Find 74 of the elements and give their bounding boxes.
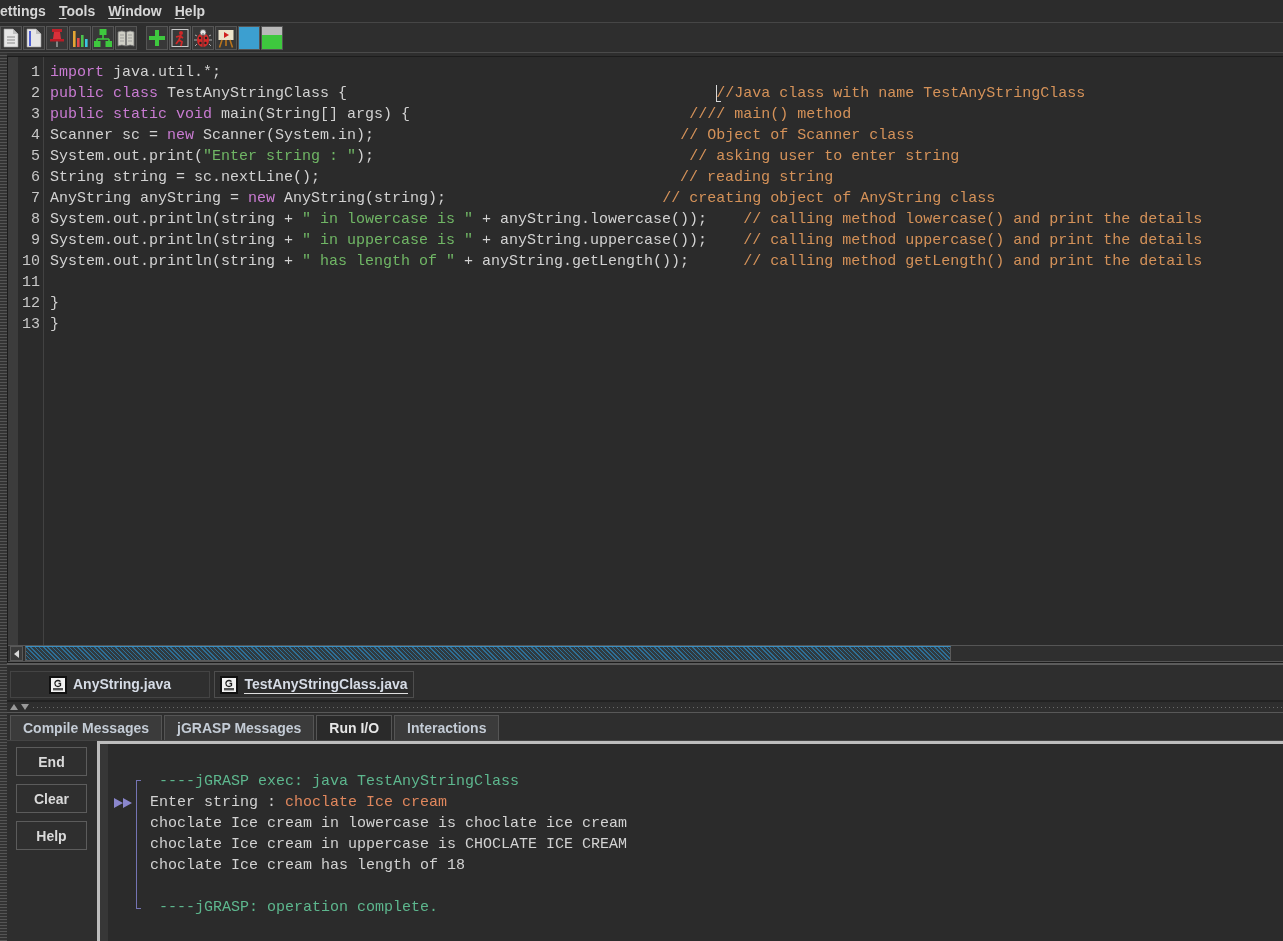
code-line: Scanner sc = new Scanner(System.in); xyxy=(50,126,375,146)
output-line: choclate Ice cream has length of 18 xyxy=(150,856,466,876)
line-number: 5 xyxy=(31,147,40,167)
code-line: System.out.println(string + " in uppercase is " + anyString.uppercase()); xyxy=(50,231,708,251)
code-comment: //Java class with name TestAnyStringClass xyxy=(716,84,1086,104)
input-arrows-icon xyxy=(114,797,132,808)
splitter-handle[interactable] xyxy=(0,53,7,941)
document-margin-icon[interactable] xyxy=(25,27,43,48)
code-line: public static void main(String[] args) { xyxy=(50,105,411,125)
output-line: ----jGRASP exec: java TestAnyStringClass xyxy=(158,772,520,792)
line-number: 11 xyxy=(22,273,40,293)
line-number: 3 xyxy=(31,105,40,125)
plus-icon[interactable] xyxy=(148,27,166,48)
menu-item[interactable]: Window xyxy=(108,2,162,20)
pushpin-icon[interactable] xyxy=(48,27,66,48)
line-number: 7 xyxy=(31,189,40,209)
code-line: public class TestAnyStringClass { xyxy=(50,84,348,104)
file-type-icon xyxy=(220,675,239,694)
line-number: 4 xyxy=(31,126,40,146)
message-tab[interactable]: Interactions xyxy=(394,715,500,740)
code-comment: // Object of Scanner class xyxy=(680,126,915,146)
message-tab[interactable]: Compile Messages xyxy=(10,715,163,740)
code-line: import java.util.*; xyxy=(50,63,222,83)
menu-item[interactable]: Help xyxy=(174,2,206,20)
line-number: 12 xyxy=(22,294,40,314)
code-comment: // calling method lowercase() and print the details xyxy=(743,210,1203,230)
menu-item[interactable]: ettings xyxy=(0,2,46,20)
tree-diagram-icon[interactable] xyxy=(94,27,112,48)
book-icon[interactable] xyxy=(117,27,135,48)
file-type-icon xyxy=(49,675,67,694)
code-comment: // asking user to enter string xyxy=(689,147,960,167)
code-line: System.out.println(string + " in lowercase is " + anyString.lowercase()); xyxy=(50,210,708,230)
code-comment: // calling method getLength() and print the details xyxy=(743,252,1203,272)
bug-icon[interactable] xyxy=(194,27,212,48)
line-number: 8 xyxy=(31,210,40,230)
code-comment: // creating object of AnyString class xyxy=(662,189,996,209)
document-icon[interactable] xyxy=(2,27,20,48)
code-line: String string = sc.nextLine(); xyxy=(50,168,321,188)
output-line: Enter string : choclate Ice cream xyxy=(150,793,448,813)
run-control-button[interactable]: End xyxy=(16,747,87,776)
output-line: ----jGRASP: operation complete. xyxy=(158,898,439,918)
line-number: 10 xyxy=(22,252,40,272)
easel-icon[interactable] xyxy=(217,27,235,48)
file-tab-label: TestAnyStringClass.java xyxy=(244,675,408,694)
run-control-button[interactable]: Clear xyxy=(16,784,87,813)
line-number: 1 xyxy=(31,63,40,83)
code-line: AnyString anyString = new AnyString(string); xyxy=(50,189,447,209)
code-comment: // reading string xyxy=(680,168,834,188)
file-tab[interactable]: AnyString.java xyxy=(10,671,210,698)
horizontal-scrollbar[interactable] xyxy=(8,645,1283,662)
message-tab[interactable]: Run I/O xyxy=(316,715,393,740)
left-arrow-icon xyxy=(14,649,19,658)
code-comment: //// main() method xyxy=(689,105,852,125)
scrollbar-thumb[interactable] xyxy=(25,646,951,661)
line-number: 2 xyxy=(31,84,40,104)
line-number: 9 xyxy=(31,231,40,251)
running-figure-icon[interactable] xyxy=(171,27,189,48)
output-line: choclate Ice cream in uppercase is CHOCLATE ICE CREAM xyxy=(150,835,628,855)
collapse-arrows-icon[interactable] xyxy=(10,704,30,710)
code-comment: // calling method uppercase() and print the details xyxy=(743,231,1203,251)
message-tab[interactable]: jGRASP Messages xyxy=(164,715,315,740)
code-line: } xyxy=(50,294,59,314)
run-control-button[interactable]: Help xyxy=(16,821,87,850)
scroll-left-button[interactable] xyxy=(10,646,23,661)
file-tab-label: AnyString.java xyxy=(73,675,171,694)
file-tab[interactable]: TestAnyStringClass.java xyxy=(214,671,414,698)
code-line: System.out.print("Enter string : "); xyxy=(50,147,375,167)
line-number: 6 xyxy=(31,168,40,188)
code-line: } xyxy=(50,315,59,335)
code-line: System.out.println(string + " has length of " + anyString.getLength()); xyxy=(50,252,690,272)
split-square-icon[interactable] xyxy=(262,26,282,49)
output-line: choclate Ice cream in lowercase is choclate ice cream xyxy=(150,814,628,834)
menu-item[interactable]: Tools xyxy=(58,2,96,20)
line-number: 13 xyxy=(22,315,40,335)
